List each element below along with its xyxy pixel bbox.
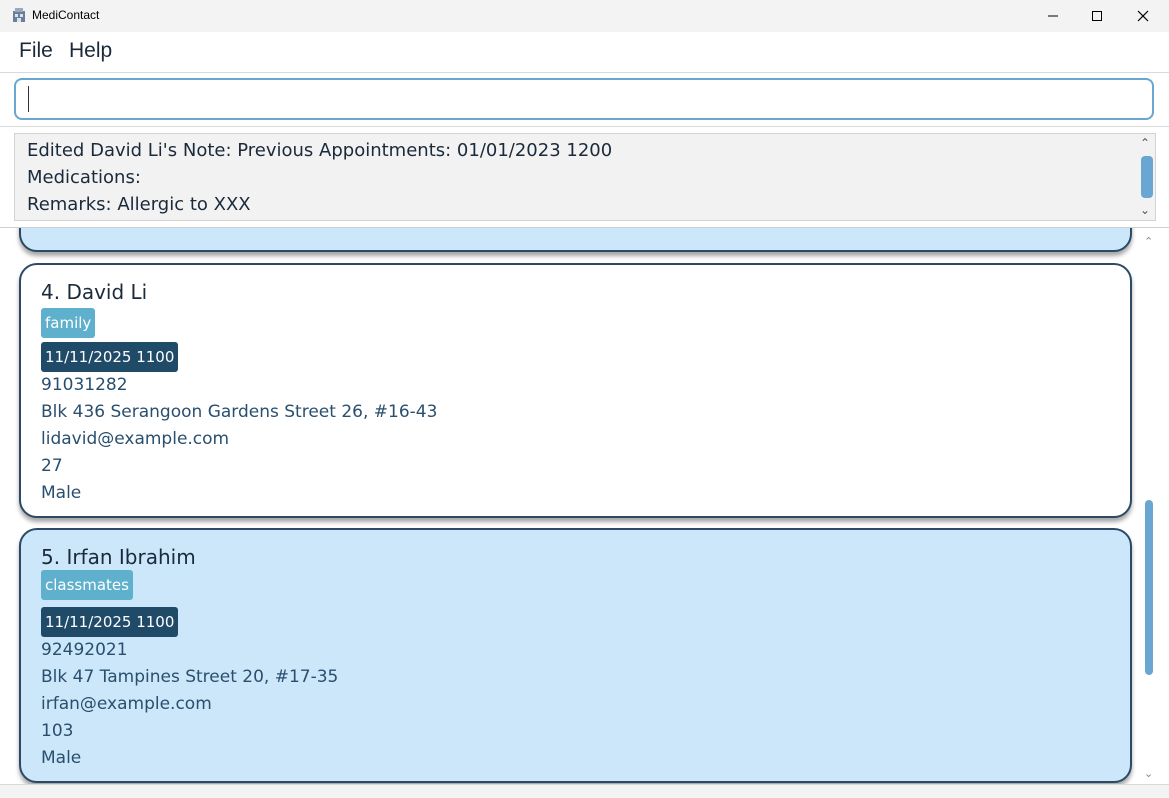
person-address: Blk 436 Serangoon Gardens Street 26, #16… [41,402,438,422]
person-email: lidavid@example.com [41,429,230,449]
result-display: Edited David Li's Note: Previous Appoint… [14,133,1156,221]
window-title: MediContact [32,8,100,22]
result-line: Edited David Li's Note: Previous Appoint… [27,140,613,161]
scroll-down-icon[interactable]: ⌄ [1140,204,1150,216]
list-scrollbar[interactable]: ⌃ ⌄ [1142,228,1158,784]
person-sex: Male [41,748,82,768]
person-sex: Male [41,483,82,503]
minimize-button[interactable] [1030,0,1076,32]
scroll-up-icon[interactable]: ⌃ [1140,137,1150,149]
command-box-panel [0,73,1169,127]
menu-bar: File Help [0,32,1169,73]
scroll-up-icon[interactable]: ⌃ [1144,236,1153,247]
person-card[interactable]: 4. David Li family 11/11/2025 1100 91031… [19,263,1132,518]
appointment-badge: 11/11/2025 1100 [41,342,179,372]
person-list-panel: 4. David Li family 11/11/2025 1100 91031… [0,228,1169,784]
minimize-icon [1048,15,1058,17]
app-icon [13,8,25,22]
person-phone: 91031282 [41,375,128,395]
close-button[interactable] [1120,0,1166,32]
title-bar: MediContact [0,0,1169,32]
list-scroll-thumb[interactable] [1145,500,1153,675]
text-caret [28,86,29,112]
person-age: 103 [41,721,74,741]
maximize-button[interactable] [1074,0,1120,32]
menu-help[interactable]: Help [69,39,112,63]
result-display-panel: Edited David Li's Note: Previous Appoint… [0,127,1169,228]
person-age: 27 [41,456,63,476]
person-name: 5. Irfan Ibrahim [41,545,196,569]
person-card-partial[interactable] [19,228,1132,252]
tag-badge: classmates [41,570,133,600]
person-card[interactable]: 5. Irfan Ibrahim classmates 11/11/2025 1… [19,528,1132,783]
tag-badge: family [41,308,96,338]
status-strip [0,784,1169,798]
result-line: Remarks: Allergic to XXX [27,194,251,215]
result-scroll-thumb[interactable] [1141,156,1153,198]
app-window: MediContact File Help Edited David Li's … [0,0,1169,798]
menu-file[interactable]: File [19,39,53,63]
result-scrollbar[interactable]: ⌃ ⌄ [1135,134,1155,220]
person-phone: 92492021 [41,640,128,660]
person-name: 4. David Li [41,280,148,304]
scroll-down-icon[interactable]: ⌄ [1144,768,1153,779]
person-email: irfan@example.com [41,694,212,714]
result-line: Medications: [27,167,141,188]
close-icon [1137,10,1149,22]
appointment-badge: 11/11/2025 1100 [41,607,179,637]
person-address: Blk 47 Tampines Street 20, #17-35 [41,667,339,687]
command-input[interactable] [14,78,1154,120]
maximize-icon [1092,11,1102,21]
